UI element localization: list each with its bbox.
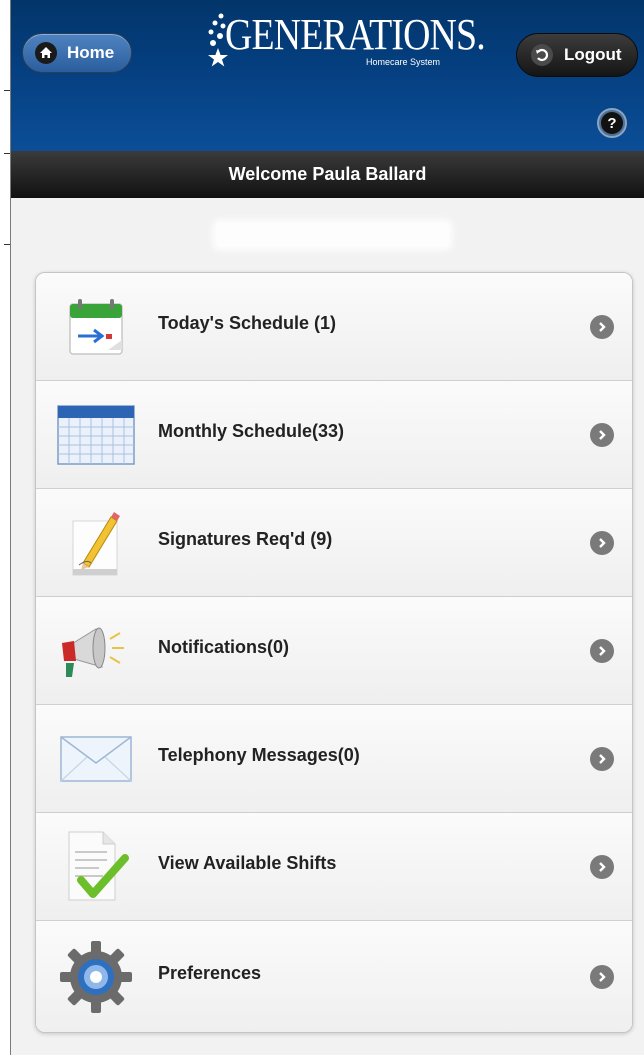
- calendar-month-icon: [57, 404, 135, 465]
- menu-item-label: View Available Shifts: [158, 853, 337, 873]
- logout-button[interactable]: Logout: [516, 33, 638, 77]
- envelope-icon: [60, 735, 132, 782]
- window-left-edge: [0, 0, 11, 1055]
- welcome-bar: Welcome Paula Ballard: [11, 151, 644, 198]
- logout-button-label: Logout: [564, 45, 622, 64]
- chevron-right-icon: [590, 854, 614, 879]
- menu-item-todays-schedule[interactable]: Today's Schedule (1): [36, 273, 632, 381]
- welcome-text: Welcome Paula Ballard: [228, 164, 427, 184]
- chevron-right-icon: [590, 422, 614, 447]
- menu-item-notifications[interactable]: Notifications(0): [36, 597, 632, 705]
- logo-wordmark: GENERATIONS.: [225, 10, 486, 59]
- chevron-right-icon: [590, 964, 614, 989]
- menu-item-signatures[interactable]: Signatures Req'd (9): [36, 489, 632, 597]
- menu-item-label: Preferences: [158, 963, 262, 983]
- generations-logo: GENERATIONS. Homecare System: [201, 12, 486, 74]
- menu-item-label: Today's Schedule (1): [158, 313, 336, 333]
- edge-tick: [4, 90, 10, 91]
- gear-icon: [60, 940, 132, 1013]
- menu-item-preferences[interactable]: Preferences: [36, 921, 632, 1032]
- header-bar: Home GENERATIONS. Homecare System Logout…: [11, 0, 644, 151]
- menu-item-label: Signatures Req'd (9): [158, 529, 333, 549]
- megaphone-icon: [62, 627, 124, 677]
- obscured-text-bar: [216, 223, 449, 247]
- logo-subtitle: Homecare System: [366, 57, 441, 67]
- chevron-right-icon: [590, 530, 614, 555]
- home-icon: [35, 42, 57, 64]
- main-menu: Today's Schedule (1) Monthly Schedule(33…: [35, 272, 633, 1033]
- logout-icon: [531, 44, 553, 66]
- menu-item-telephony-messages[interactable]: Telephony Messages(0): [36, 705, 632, 813]
- menu-item-monthly-schedule[interactable]: Monthly Schedule(33): [36, 381, 632, 489]
- edge-tick: [4, 244, 10, 245]
- chevron-right-icon: [590, 746, 614, 771]
- menu-item-label: Notifications(0): [158, 637, 290, 657]
- chevron-right-icon: [590, 314, 614, 339]
- help-button[interactable]: ?: [597, 108, 627, 138]
- home-button[interactable]: Home: [22, 33, 132, 73]
- help-icon: ?: [601, 112, 623, 134]
- chevron-right-icon: [590, 638, 614, 663]
- signature-pencil-icon: [72, 511, 120, 575]
- home-button-label: Home: [67, 43, 115, 62]
- calendar-today-icon: [69, 298, 123, 355]
- menu-item-label: Telephony Messages(0): [158, 745, 360, 765]
- document-check-icon: [68, 831, 129, 900]
- menu-item-label: Monthly Schedule(33): [158, 421, 345, 441]
- app-root: Home GENERATIONS. Homecare System Logout…: [11, 0, 644, 1055]
- menu-item-view-available-shifts[interactable]: View Available Shifts: [36, 813, 632, 921]
- edge-tick: [4, 153, 10, 154]
